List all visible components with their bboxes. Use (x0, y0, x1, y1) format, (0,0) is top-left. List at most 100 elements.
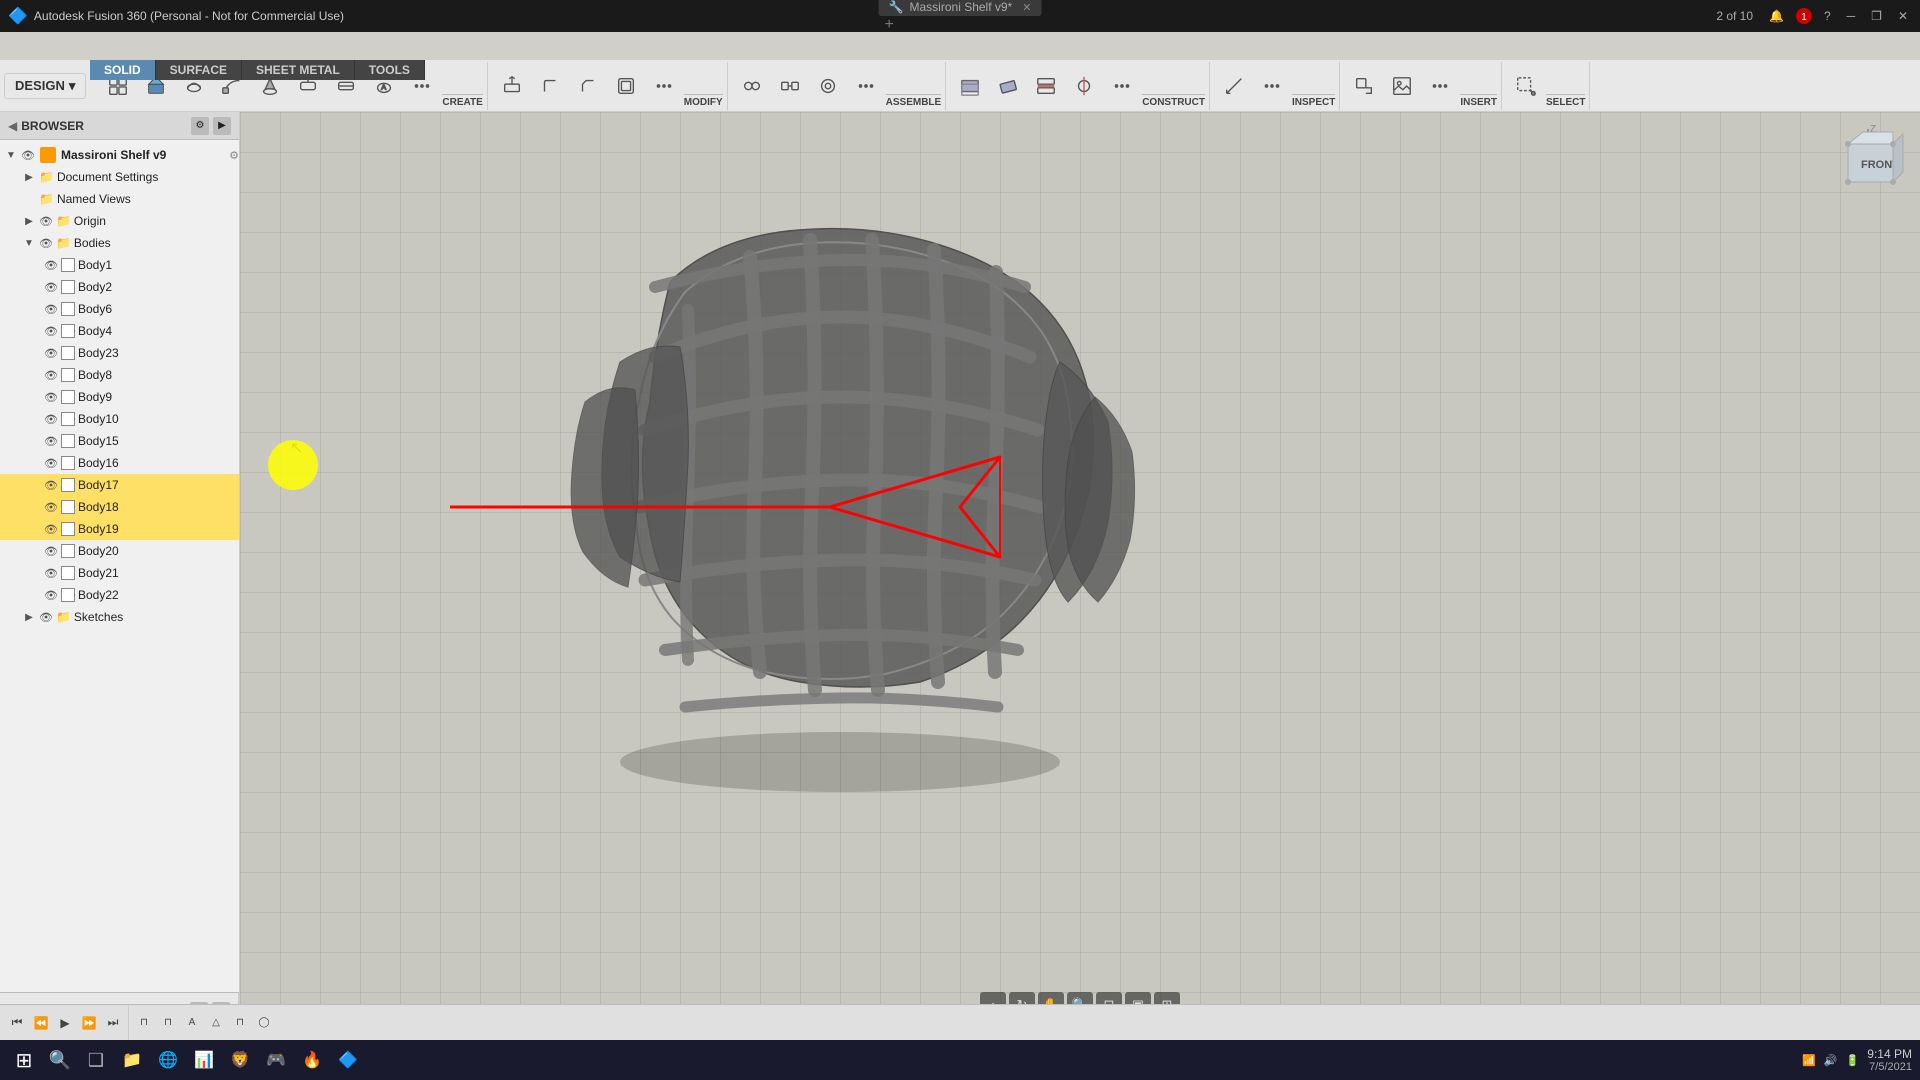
body21-eye-icon[interactable]: 👁 (44, 567, 58, 580)
rigid-group-btn[interactable] (810, 72, 846, 100)
sketches-expand-icon[interactable]: ▶ (22, 610, 36, 624)
tree-bodies[interactable]: ▼ 👁 📁 Bodies (0, 232, 239, 254)
plane-at-angle-btn[interactable] (990, 72, 1026, 100)
tree-body8[interactable]: 👁 Body8 (0, 364, 239, 386)
press-pull-btn[interactable] (494, 72, 530, 100)
body10-eye-icon[interactable]: 👁 (44, 413, 58, 426)
doc-settings-expand-icon[interactable]: ▶ (22, 170, 36, 184)
named-views-expand-icon[interactable]: ▶ (22, 192, 36, 206)
windows-start-icon[interactable]: ⊞ (8, 1044, 40, 1076)
sketches-eye-icon[interactable]: 👁 (39, 611, 53, 624)
tab-close-icon[interactable]: ✕ (1022, 1, 1031, 14)
design-dropdown[interactable]: DESIGN ▾ (4, 73, 86, 99)
playback-end-btn[interactable]: ⏭ (102, 1012, 124, 1034)
body22-eye-icon[interactable]: 👁 (44, 589, 58, 602)
search-taskbar-icon[interactable]: 🔍 (44, 1044, 76, 1076)
tree-root[interactable]: ▼ 👁 Massironi Shelf v9 ⚙ (0, 144, 239, 166)
timeline-icon-5[interactable]: ⊓ (229, 1012, 251, 1034)
task-view-icon[interactable]: ❑ (80, 1044, 112, 1076)
tree-body6[interactable]: 👁 Body6 (0, 298, 239, 320)
tree-body1[interactable]: 👁 Body1 (0, 254, 239, 276)
timeline-icon-2[interactable]: ⊓ (157, 1012, 179, 1034)
timeline-icon-1[interactable]: ⊓ (133, 1012, 155, 1034)
playback-prev-btn[interactable]: ⏪ (30, 1012, 52, 1034)
tree-body17[interactable]: 👁 Body17 (0, 474, 239, 496)
canvas-btn[interactable] (1384, 72, 1420, 100)
axis-btn[interactable] (1066, 72, 1102, 100)
as-built-joint-btn[interactable] (772, 72, 808, 100)
root-expand-icon[interactable]: ▼ (4, 148, 18, 162)
body17-eye-icon[interactable]: 👁 (44, 479, 58, 492)
body2-eye-icon[interactable]: 👁 (44, 281, 58, 294)
modify-more-btn[interactable] (646, 72, 682, 100)
app-icon-1[interactable]: 🎮 (260, 1044, 292, 1076)
viewport[interactable]: ↖ Z FRONT ⌂ ↻ (240, 112, 1920, 1028)
restore-btn[interactable]: ❐ (1867, 7, 1886, 25)
close-btn[interactable]: ✕ (1894, 7, 1912, 25)
tree-doc-settings[interactable]: ▶ 📁 Document Settings (0, 166, 239, 188)
origin-expand-icon[interactable]: ▶ (22, 214, 36, 228)
brave-icon[interactable]: 🦁 (224, 1044, 256, 1076)
minimize-btn[interactable]: ─ (1843, 7, 1860, 25)
tree-body23[interactable]: 👁 Body23 (0, 342, 239, 364)
construct-more-btn[interactable] (1104, 72, 1140, 100)
select-btn[interactable] (1508, 72, 1544, 100)
insert-more-btn[interactable] (1422, 72, 1458, 100)
tree-body22[interactable]: 👁 Body22 (0, 584, 239, 606)
playback-next-btn[interactable]: ⏩ (78, 1012, 100, 1034)
model-tab[interactable]: 🔧 Massironi Shelf v9* ✕ (879, 0, 1042, 16)
insert-derive-btn[interactable] (1346, 72, 1382, 100)
body20-eye-icon[interactable]: 👁 (44, 545, 58, 558)
timeline-icon-6[interactable]: ◯ (253, 1012, 275, 1034)
measure-btn[interactable] (1216, 72, 1252, 100)
viewcube[interactable]: Z FRONT (1828, 124, 1908, 204)
tree-body9[interactable]: 👁 Body9 (0, 386, 239, 408)
app-icon-3[interactable]: 🔷 (332, 1044, 364, 1076)
tree-body15[interactable]: 👁 Body15 (0, 430, 239, 452)
body16-eye-icon[interactable]: 👁 (44, 457, 58, 470)
midplane-btn[interactable] (1028, 72, 1064, 100)
root-options-icon[interactable]: ⚙ (229, 149, 239, 162)
fillet-btn[interactable] (532, 72, 568, 100)
playback-play-btn[interactable]: ▶ (54, 1012, 76, 1034)
body23-eye-icon[interactable]: 👁 (44, 347, 58, 360)
body4-eye-icon[interactable]: 👁 (44, 325, 58, 338)
body19-eye-icon[interactable]: 👁 (44, 523, 58, 536)
body9-eye-icon[interactable]: 👁 (44, 391, 58, 404)
body15-eye-icon[interactable]: 👁 (44, 435, 58, 448)
browser-settings-icon[interactable]: ⚙ (191, 117, 209, 135)
tree-body10[interactable]: 👁 Body10 (0, 408, 239, 430)
tree-body18[interactable]: 👁 Body18 (0, 496, 239, 518)
browser-collapse-icon[interactable]: ◀ (8, 119, 17, 133)
origin-eye-icon[interactable]: 👁 (39, 215, 53, 228)
new-tab-btn[interactable]: + (885, 16, 894, 33)
bodies-eye-icon[interactable]: 👁 (39, 237, 53, 250)
offset-plane-btn[interactable] (952, 72, 988, 100)
bodies-expand-icon[interactable]: ▼ (22, 236, 36, 250)
edge-icon[interactable]: 🌐 (152, 1044, 184, 1076)
notification-icon[interactable]: 🔔 (1765, 7, 1788, 25)
timeline-icon-3[interactable]: A (181, 1012, 203, 1034)
tree-origin[interactable]: ▶ 👁 📁 Origin (0, 210, 239, 232)
timeline-icon-4[interactable]: △ (205, 1012, 227, 1034)
tree-body19[interactable]: 👁 Body19 (0, 518, 239, 540)
assemble-more-btn[interactable] (848, 72, 884, 100)
body8-eye-icon[interactable]: 👁 (44, 369, 58, 382)
tab-solid[interactable]: SOLID (90, 60, 156, 80)
body1-eye-icon[interactable]: 👁 (44, 259, 58, 272)
browser-expand-icon[interactable]: ▶ (213, 117, 231, 135)
body18-eye-icon[interactable]: 👁 (44, 501, 58, 514)
tree-named-views[interactable]: ▶ 📁 Named Views (0, 188, 239, 210)
tree-sketches[interactable]: ▶ 👁 📁 Sketches (0, 606, 239, 628)
tree-body21[interactable]: 👁 Body21 (0, 562, 239, 584)
inspect-more-btn[interactable] (1254, 72, 1290, 100)
tree-body20[interactable]: 👁 Body20 (0, 540, 239, 562)
chamfer-btn[interactable] (570, 72, 606, 100)
joint-btn[interactable] (734, 72, 770, 100)
tree-body16[interactable]: 👁 Body16 (0, 452, 239, 474)
tab-tools[interactable]: TOOLS (355, 60, 425, 80)
help-icon[interactable]: ? (1820, 7, 1835, 25)
playback-start-btn[interactable]: ⏮ (6, 1012, 28, 1034)
file-explorer-icon[interactable]: 📁 (116, 1044, 148, 1076)
shell-btn[interactable] (608, 72, 644, 100)
